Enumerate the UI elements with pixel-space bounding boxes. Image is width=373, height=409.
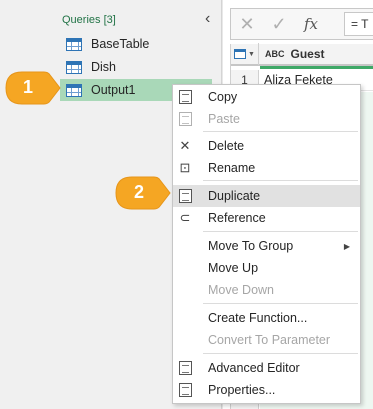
callout-number: 2 [134,182,145,202]
menu-separator [203,131,358,132]
collapse-pane-icon[interactable]: ‹ [205,10,210,28]
formula-bar: ✕ ✓ fx = T [230,8,373,40]
menu-item-label: Properties... [208,383,276,397]
menu-separator [203,231,358,232]
menu-item-move-up[interactable]: Move Up [173,257,360,279]
query-label: Output1 [91,83,136,97]
reference-icon: ⊂ [179,210,191,225]
query-item-basetable[interactable]: BaseTable [60,33,212,55]
query-label: BaseTable [91,37,150,51]
menu-item-paste[interactable]: Paste [173,108,360,130]
menu-item-label: Advanced Editor [208,361,300,375]
delete-icon: ✕ [179,138,191,153]
context-menu: Copy Paste ✕ Delete ⊡ Rename Duplicate ⊂… [172,84,361,404]
menu-item-move-to-group[interactable]: Move To Group ▶ [173,235,360,257]
menu-item-label: Duplicate [208,189,261,203]
menu-item-label: Rename [208,161,256,175]
menu-separator [203,303,358,304]
formula-input[interactable]: = T [344,12,373,36]
callout-1: 1 [4,70,62,106]
menu-item-label: Reference [208,211,266,225]
advanced-editor-icon [177,360,193,376]
menu-item-create-function[interactable]: Create Function... [173,307,360,329]
query-item-dish[interactable]: Dish [60,56,212,78]
table-icon [66,83,82,97]
menu-item-rename[interactable]: ⊡ Rename [173,157,360,179]
callout-number: 1 [23,77,34,97]
caret-down-icon: ▼ [248,50,255,58]
text-type-icon[interactable]: ABC [265,49,285,59]
commit-icon[interactable]: ✓ [263,14,295,35]
duplicate-icon [177,188,193,204]
menu-item-label: Delete [208,139,245,153]
menu-separator [203,353,358,354]
menu-item-duplicate[interactable]: Duplicate [173,185,360,207]
table-menu-button[interactable]: ▼ [231,43,259,65]
menu-item-label: Move To Group [208,239,294,253]
menu-item-label: Convert To Parameter [208,333,331,347]
callout-2: 2 [114,175,172,211]
menu-item-advanced-editor[interactable]: Advanced Editor [173,357,360,379]
rename-icon: ⊡ [179,160,191,175]
menu-item-copy[interactable]: Copy [173,86,360,108]
query-label: Dish [91,60,117,74]
column-quality-bar [260,66,373,69]
menu-item-label: Move Up [208,261,259,275]
menu-item-properties[interactable]: Properties... [173,379,360,401]
menu-item-label: Create Function... [208,311,308,325]
menu-item-label: Move Down [208,283,274,297]
table-icon [66,60,82,74]
queries-header: Queries [3] [62,14,116,26]
table-icon [234,49,247,59]
menu-item-move-down[interactable]: Move Down [173,279,360,301]
menu-item-convert-to-parameter[interactable]: Convert To Parameter [173,329,360,351]
paste-icon [177,111,193,127]
submenu-arrow-icon: ▶ [343,241,350,251]
fx-icon[interactable]: fx [295,15,327,33]
properties-icon [177,382,193,398]
column-header-guest[interactable]: Guest [291,47,325,61]
menu-item-label: Paste [208,112,240,126]
copy-icon [177,89,193,105]
menu-separator [203,180,358,181]
cancel-icon[interactable]: ✕ [231,14,263,35]
menu-item-label: Copy [208,90,238,104]
menu-item-delete[interactable]: ✕ Delete [173,135,360,157]
table-icon [66,37,82,51]
menu-item-reference[interactable]: ⊂ Reference [173,207,360,229]
grid-header-row: ▼ ABC Guest [231,43,373,66]
